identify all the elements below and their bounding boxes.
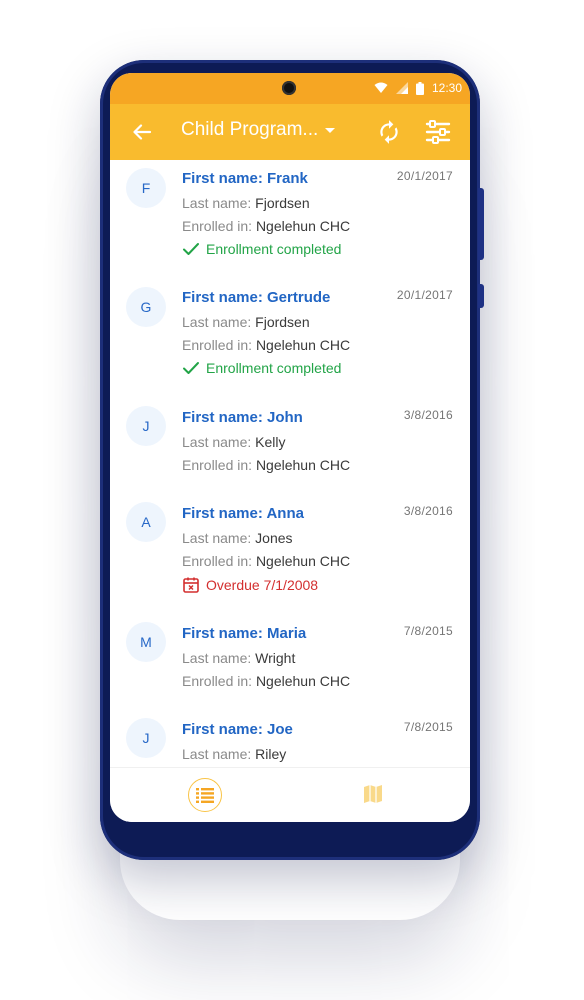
last-name-label: Last name: [182,746,252,762]
last-name-value: Riley [255,746,287,762]
last-name-label: Last name: [182,530,252,546]
last-name-attribute: Last name: Kelly [182,434,286,450]
enrolled-in-label: Enrolled in: [182,218,253,234]
first-name: First name: Anna [182,505,304,522]
enrollment-status: Enrollment completed [182,241,341,257]
map-icon[interactable] [362,783,384,805]
enrolled-in-label: Enrolled in: [182,553,253,569]
last-name-value: Wright [255,650,296,666]
calendar-overdue-icon [183,577,199,593]
last-name-attribute: Last name: Fjordsen [182,195,310,211]
list-item[interactable]: J First name: John 3/8/2016 Last name: K… [110,400,470,496]
enrollment-date: 3/8/2016 [403,408,453,422]
status-icons: 12:30 [374,81,462,95]
arrow-left-icon[interactable] [130,120,154,144]
avatar: M [126,622,166,662]
bottom-navigation [110,767,470,822]
status-text: Enrollment completed [206,360,342,376]
enrolled-in-attribute: Enrolled in: Ngelehun CHC [182,457,350,473]
enrolled-in-value: Ngelehun CHC [255,457,351,473]
last-name-label: Last name: [182,650,252,666]
last-name-value: Fjordsen [255,195,310,211]
page-title: Child Program... [181,119,319,140]
list-item[interactable]: A First name: Anna 3/8/2016 Last name: J… [110,496,470,616]
enrollment-list: F First name: Frank 20/1/2017 Last name:… [110,160,470,767]
app-bar: Child Program... [110,104,470,160]
enrolled-in-label: Enrolled in: [182,673,253,689]
list-item[interactable]: F First name: Frank 20/1/2017 Last name:… [110,160,470,280]
status-text: Overdue 7/1/2008 [206,577,319,593]
volume-button [478,188,484,260]
filter-sliders-icon[interactable] [424,118,452,146]
last-name-attribute: Last name: Fjordsen [182,314,310,330]
enrolled-in-value: Ngelehun CHC [255,553,351,569]
enrolled-in-value: Ngelehun CHC [255,673,351,689]
status-time: 12:30 [431,81,462,95]
list-item[interactable]: M First name: Maria 7/8/2015 Last name: … [110,616,470,712]
first-name: First name: Joe [182,721,293,738]
phone-screen: 12:30 Child Program... F First name: Fra… [110,73,470,822]
first-name: First name: John [182,409,303,426]
last-name-attribute: Last name: Jones [182,530,293,546]
enrollment-date: 20/1/2017 [396,288,453,302]
last-name-value: Jones [255,530,293,546]
enrollment-date: 20/1/2017 [396,169,453,183]
enrolled-in-value: Ngelehun CHC [255,337,351,353]
program-selector[interactable]: Child Program... [181,119,336,141]
check-icon [183,362,199,374]
list-item[interactable]: G First name: Gertrude 20/1/2017 Last na… [110,280,470,400]
enrolled-in-label: Enrolled in: [182,337,253,353]
enrollment-date: 3/8/2016 [403,504,453,518]
first-name: First name: Frank [182,170,308,187]
sync-icon[interactable] [376,119,402,145]
status-text: Enrollment completed [206,241,342,257]
power-button [478,284,484,308]
enrolled-in-value: Ngelehun CHC [255,218,351,234]
last-name-attribute: Last name: Riley [182,746,286,762]
status-bar: 12:30 [110,73,470,104]
enrollment-date: 7/8/2015 [403,720,453,734]
caret-down-icon [325,128,336,133]
avatar: G [126,287,166,327]
first-name: First name: Maria [182,625,307,642]
enrolled-in-label: Enrolled in: [182,457,253,473]
last-name-attribute: Last name: Wright [182,650,295,666]
check-icon [183,243,199,255]
avatar: A [126,502,166,542]
last-name-label: Last name: [182,434,252,450]
avatar: J [126,406,166,446]
list-item[interactable]: J First name: Joe 7/8/2015 Last name: Ri… [110,712,470,767]
enrolled-in-attribute: Enrolled in: Ngelehun CHC [182,553,350,569]
last-name-label: Last name: [182,314,252,330]
enrollment-status: Overdue 7/1/2008 [182,576,318,594]
last-name-label: Last name: [182,195,252,211]
enrollment-status: Enrollment completed [182,360,341,376]
signal-icon [395,82,408,94]
avatar: J [126,718,166,758]
first-name: First name: Gertrude [182,289,331,306]
enrolled-in-attribute: Enrolled in: Ngelehun CHC [182,218,350,234]
enrollment-date: 7/8/2015 [403,624,453,638]
enrolled-in-attribute: Enrolled in: Ngelehun CHC [182,673,350,689]
battery-icon [415,81,424,95]
camera-icon [282,81,296,95]
avatar: F [126,168,166,208]
last-name-value: Kelly [255,434,286,450]
nav-list-button[interactable] [188,778,222,812]
enrolled-in-attribute: Enrolled in: Ngelehun CHC [182,337,350,353]
last-name-value: Fjordsen [255,314,310,330]
list-icon [196,788,214,803]
wifi-icon [374,82,388,93]
